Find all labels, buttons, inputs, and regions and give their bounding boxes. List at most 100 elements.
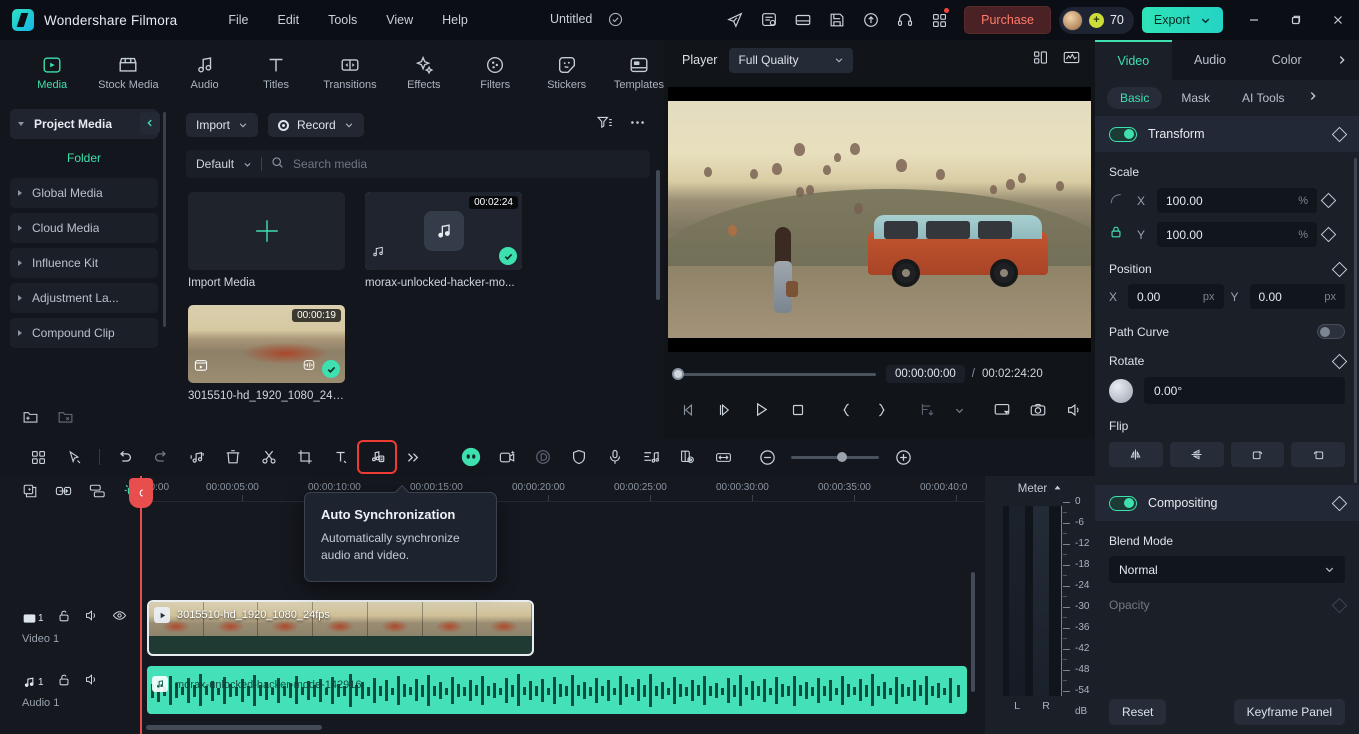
flip-horizontal-icon[interactable]: [1109, 442, 1163, 467]
audio-waveform-icon[interactable]: [301, 357, 317, 378]
tab-titles[interactable]: Titles: [252, 54, 300, 91]
rotate-ccw-icon[interactable]: [1291, 442, 1345, 467]
position-x-field[interactable]: 0.00 px: [1128, 284, 1224, 309]
close-button[interactable]: [1317, 0, 1359, 40]
play-icon[interactable]: [752, 400, 771, 424]
folder-scrollbar[interactable]: [163, 112, 166, 327]
media-item-video[interactable]: 00:00:19 3015510-hd_1920_1080_24fps: [188, 305, 345, 402]
scale-y-field[interactable]: 100.00 %: [1157, 222, 1317, 247]
shield-icon[interactable]: [561, 442, 597, 472]
mute-icon[interactable]: [84, 608, 99, 628]
stop-icon[interactable]: [789, 401, 807, 424]
seek-handle[interactable]: [672, 368, 684, 380]
seek-slider[interactable]: [672, 368, 876, 380]
delete-icon[interactable]: [215, 442, 251, 472]
sort-label[interactable]: Default: [196, 157, 234, 171]
reset-button[interactable]: Reset: [1109, 699, 1167, 725]
subtab-basic[interactable]: Basic: [1107, 87, 1163, 109]
preview-stage[interactable]: [668, 87, 1091, 352]
timeline-vertical-scrollbar[interactable]: [971, 572, 975, 692]
filter-icon[interactable]: [596, 114, 613, 136]
playhead-handle[interactable]: [129, 478, 153, 508]
chevron-right-icon[interactable]: [1325, 40, 1359, 80]
apps-grid-icon[interactable]: [922, 0, 956, 40]
media-item-audio[interactable]: 00:02:24 morax-unlocked-hacker-mo...: [365, 192, 522, 289]
tab-templates[interactable]: Templates: [614, 54, 664, 91]
auto-synchronization-icon[interactable]: [357, 440, 397, 474]
chevron-right-icon[interactable]: [18, 225, 22, 231]
chevron-down-icon[interactable]: [238, 120, 248, 130]
record-button[interactable]: Record: [268, 113, 364, 137]
delete-folder-icon[interactable]: [57, 408, 74, 430]
timeline-clip-video[interactable]: 3015510-hd_1920_1080_24fps: [147, 600, 534, 656]
more-chevrons-icon[interactable]: [395, 442, 431, 472]
flip-vertical-icon[interactable]: [1169, 442, 1224, 467]
browser-scrollbar[interactable]: [656, 170, 660, 300]
keyframe-diamond-icon[interactable]: [1331, 126, 1348, 142]
collapse-panel-icon[interactable]: [140, 112, 160, 134]
search-bar[interactable]: Default Search media: [186, 150, 650, 178]
rotate-cw-icon[interactable]: [1230, 442, 1285, 467]
prev-frame-icon[interactable]: [680, 401, 698, 424]
keyframe-diamond-icon[interactable]: [1331, 495, 1348, 511]
import-button[interactable]: Import: [186, 113, 259, 137]
keyframe-diamond-icon[interactable]: [1331, 353, 1348, 369]
timeline-ruler[interactable]: 00:00 00:00:05:00 00:00:10:00 00:00:15:0…: [140, 476, 985, 502]
folder-adjustment-layer[interactable]: Adjustment La...: [10, 283, 158, 313]
ai-smart-icon[interactable]: [453, 442, 489, 472]
mark-in-icon[interactable]: [839, 401, 855, 424]
keyframe-view-icon[interactable]: [669, 442, 705, 472]
chevron-right-icon[interactable]: [18, 190, 22, 196]
lock-icon[interactable]: [57, 609, 71, 628]
chevron-down-icon[interactable]: [1200, 15, 1211, 26]
zoom-slider[interactable]: [791, 452, 879, 462]
keyframe-diamond-icon[interactable]: [1331, 597, 1348, 613]
folder-influence-kit[interactable]: Influence Kit: [10, 248, 158, 278]
audio-detach-icon[interactable]: [179, 442, 215, 472]
ai-video-icon[interactable]: [489, 442, 525, 472]
path-curve-toggle[interactable]: [1317, 324, 1345, 339]
link-icon[interactable]: [55, 483, 72, 504]
send-icon[interactable]: [718, 0, 752, 40]
tab-effects[interactable]: Effects: [400, 54, 448, 91]
video-preview-icon[interactable]: [193, 357, 209, 378]
menu-view[interactable]: View: [373, 8, 426, 32]
tab-filters[interactable]: Filters: [471, 54, 519, 91]
keyframe-diamond-icon[interactable]: [1320, 192, 1337, 209]
timeline-clip-audio[interactable]: morax-unlocked-hacker-mode-142916: [147, 666, 967, 714]
save-icon[interactable]: [820, 0, 854, 40]
keyframe-diamond-icon[interactable]: [1320, 226, 1337, 243]
redo-icon[interactable]: [143, 442, 179, 472]
import-media-tile[interactable]: [188, 192, 345, 270]
new-folder-icon[interactable]: [22, 408, 39, 430]
minimize-button[interactable]: [1233, 0, 1275, 40]
track-header-video-1[interactable]: 1 Video 1: [0, 608, 140, 645]
blend-mode-select[interactable]: Normal: [1109, 556, 1345, 583]
properties-scrollbar[interactable]: [1354, 158, 1357, 483]
split-scissors-icon[interactable]: [251, 442, 287, 472]
chevron-right-icon[interactable]: [18, 260, 22, 266]
tab-stock-media[interactable]: Stock Media: [98, 54, 159, 91]
subtab-ai-tools[interactable]: AI Tools: [1229, 87, 1297, 109]
export-button[interactable]: Export: [1141, 7, 1223, 33]
mute-icon[interactable]: [84, 672, 99, 692]
chevron-right-icon[interactable]: [18, 295, 22, 301]
snapshot-icon[interactable]: [1029, 401, 1047, 424]
maximize-button[interactable]: [1275, 0, 1317, 40]
rotate-dial[interactable]: [1109, 378, 1133, 403]
chevron-down-icon[interactable]: [243, 160, 252, 169]
next-frame-icon[interactable]: [716, 401, 734, 424]
chevron-up-icon[interactable]: [1053, 483, 1062, 495]
menu-edit[interactable]: Edit: [265, 8, 313, 32]
chevron-right-icon[interactable]: [18, 330, 22, 336]
current-timecode[interactable]: 00:00:00:00: [886, 365, 965, 383]
menu-file[interactable]: File: [215, 8, 261, 32]
timeline-horizontal-scrollbar[interactable]: [146, 725, 322, 730]
position-y-field[interactable]: 0.00 px: [1249, 284, 1345, 309]
chevron-down-icon[interactable]: [18, 122, 24, 126]
tab-stickers[interactable]: Stickers: [542, 54, 590, 91]
subtab-mask[interactable]: Mask: [1168, 87, 1223, 109]
keyframe-panel-button[interactable]: Keyframe Panel: [1233, 699, 1345, 725]
denoise-icon[interactable]: [525, 442, 561, 472]
lock-icon[interactable]: [57, 673, 71, 692]
